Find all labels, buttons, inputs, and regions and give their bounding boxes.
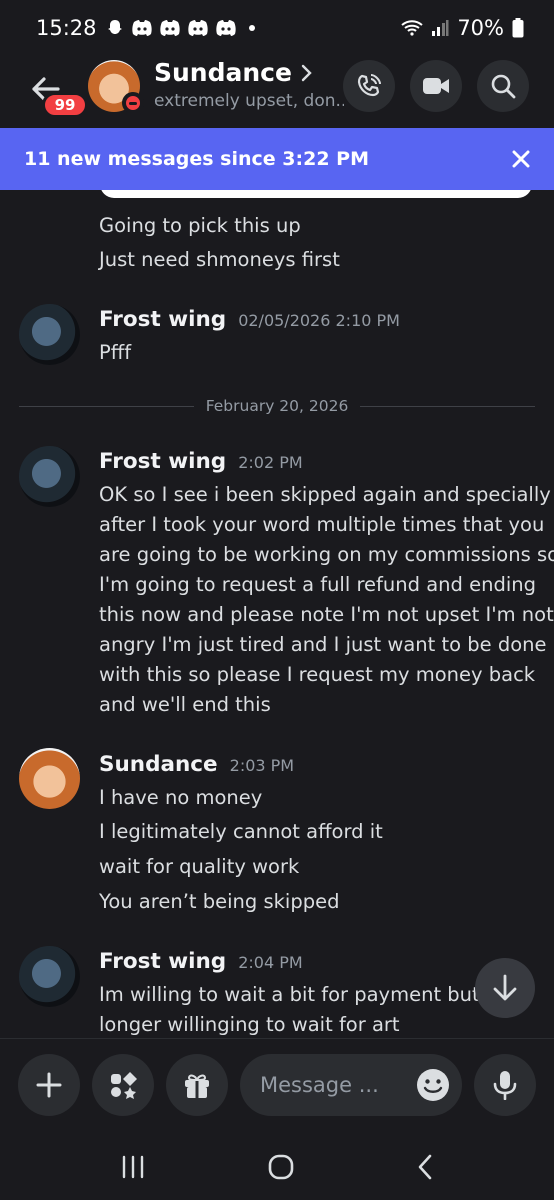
discord-icon: [159, 20, 180, 36]
voice-message-button[interactable]: [474, 1054, 536, 1116]
unread-badge: 99: [42, 92, 88, 118]
channel-avatar[interactable]: [88, 60, 144, 114]
message-header: Frost wing 02/05/2026 2:10 PM: [99, 307, 400, 332]
message-text: with this so please I request my money b…: [99, 663, 536, 686]
message-text: I'm going to request a full refund and e…: [99, 573, 536, 596]
add-attachment-button[interactable]: [18, 1054, 80, 1116]
message-input[interactable]: [260, 1073, 416, 1097]
timestamp: 2:03 PM: [229, 756, 295, 775]
message-text: Going to pick this up: [99, 214, 301, 237]
message-text: and we'll end this: [99, 693, 271, 716]
search-button[interactable]: [477, 60, 529, 112]
author-name[interactable]: Frost wing: [99, 949, 226, 974]
message-input-pill[interactable]: [240, 1054, 462, 1116]
video-camera-icon: [423, 78, 449, 94]
more-notifications-dot-icon: [248, 25, 255, 31]
message-text: angry I'm just tired and I just want to …: [99, 633, 547, 656]
timestamp: 02/05/2026 2:10 PM: [238, 311, 400, 330]
system-nav-bar: [0, 1134, 554, 1200]
message-text: OK so I see i been skipped again and spe…: [99, 483, 551, 506]
emoji-icon[interactable]: [416, 1068, 450, 1102]
gift-button[interactable]: [166, 1054, 228, 1116]
avatar[interactable]: [19, 446, 80, 507]
message-text: longer willinging to wait for art: [99, 1013, 400, 1036]
plus-icon: [36, 1072, 62, 1098]
discord-icon: [131, 20, 152, 36]
channel-title[interactable]: Sundance extremely upset, don...: [154, 58, 344, 111]
discord-icon: [187, 20, 208, 36]
microphone-icon: [493, 1071, 517, 1100]
message-text: are going to be working on my commission…: [99, 543, 554, 566]
author-name[interactable]: Frost wing: [99, 449, 226, 474]
custom-status: extremely upset, don...: [154, 91, 344, 111]
back-nav-icon[interactable]: [416, 1153, 434, 1181]
wifi-icon: [401, 20, 423, 36]
apps-button[interactable]: [92, 1054, 154, 1116]
author-name[interactable]: Frost wing: [99, 307, 226, 332]
date-divider-label: February 20, 2026: [205, 397, 349, 415]
voice-call-button[interactable]: [343, 60, 395, 112]
author-name[interactable]: Sundance: [99, 752, 218, 777]
message-composer: [0, 1038, 554, 1134]
message-text: Pfff: [99, 341, 132, 364]
date-divider: February 20, 2026: [19, 396, 536, 416]
message-header: Frost wing 2:04 PM: [99, 949, 303, 974]
message-text: after I took your word multiple times th…: [99, 513, 545, 536]
message-text: Just need shmoneys first: [99, 248, 340, 271]
avatar[interactable]: [19, 304, 80, 365]
home-icon[interactable]: [267, 1153, 295, 1181]
jump-to-latest-button[interactable]: [475, 958, 535, 1018]
arrow-down-icon: [493, 974, 517, 1001]
message-text: You aren’t being skipped: [99, 890, 340, 913]
discord-icon: [215, 20, 236, 36]
message-text: Im willing to wait a bit for payment but…: [99, 983, 516, 1006]
new-messages-banner[interactable]: 11 new messages since 3:22 PM: [0, 128, 554, 190]
status-time: 15:28: [36, 16, 97, 40]
battery-icon: [512, 18, 524, 38]
battery-percent: 70%: [457, 16, 504, 40]
timestamp: 2:04 PM: [238, 953, 303, 972]
recent-apps-icon[interactable]: [120, 1155, 146, 1179]
new-messages-text: 11 new messages since 3:22 PM: [24, 148, 369, 170]
apps-icon: [111, 1072, 137, 1099]
timestamp: 2:02 PM: [238, 453, 303, 472]
search-icon: [491, 74, 516, 99]
phone-icon: [357, 74, 381, 97]
avatar[interactable]: [19, 748, 80, 809]
status-bar: 15:28 70%: [0, 0, 554, 56]
chevron-right-icon: [301, 64, 312, 81]
channel-name: Sundance: [154, 58, 292, 87]
snapchat-icon: [107, 20, 122, 34]
message-text: wait for quality work: [99, 855, 300, 878]
dnd-status-icon: [122, 92, 144, 114]
embed-card[interactable]: [100, 190, 532, 198]
gift-icon: [185, 1074, 209, 1098]
message-header: Sundance 2:03 PM: [99, 752, 294, 777]
message-text: this now and please note I'm not upset I…: [99, 603, 554, 626]
avatar[interactable]: [19, 946, 80, 1007]
message-text: I have no money: [99, 786, 263, 809]
signal-icon: [432, 20, 449, 36]
message-header: Frost wing 2:02 PM: [99, 449, 303, 474]
close-icon[interactable]: [512, 150, 530, 168]
message-list[interactable]: Going to pick this up Just need shmoneys…: [0, 190, 554, 1038]
message-text: I legitimately cannot afford it: [99, 820, 383, 843]
video-call-button[interactable]: [410, 60, 462, 112]
